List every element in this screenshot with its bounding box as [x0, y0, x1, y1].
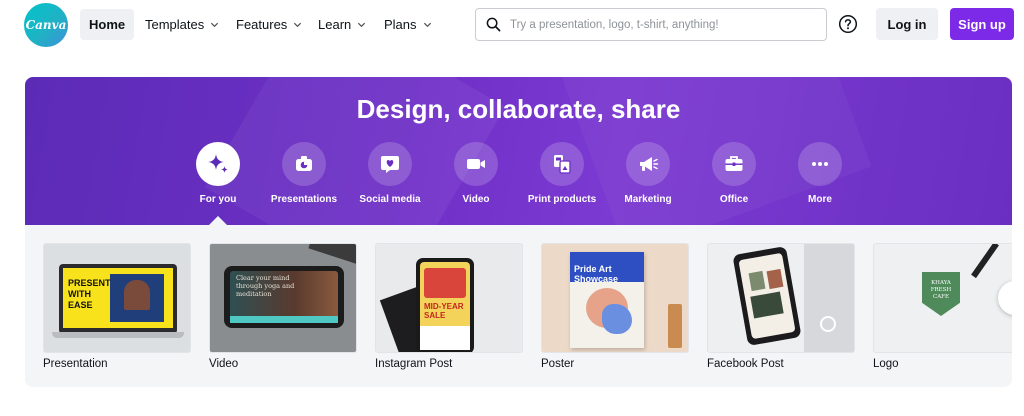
category-print-products[interactable]: Print products [514, 142, 610, 205]
more-dots-icon [812, 162, 828, 166]
category-icon-wrap [626, 142, 670, 186]
presentation-icon [296, 156, 312, 171]
template-card-logo[interactable]: KHAYA FRESH CAFE Logo [873, 243, 1012, 370]
template-thumbnail: MID-YEAR SALE [375, 243, 523, 353]
thumbnail-text: PRESENT WITH EASE [68, 278, 111, 310]
category-office[interactable]: Office [686, 142, 782, 205]
category-more[interactable]: More [772, 142, 868, 205]
category-label: Social media [359, 194, 421, 205]
category-icon-wrap [712, 142, 756, 186]
template-carousel: PRESENT WITH EASE Presentation Clear you… [25, 225, 1012, 387]
login-label: Log in [887, 16, 927, 32]
login-button[interactable]: Log in [876, 8, 938, 40]
category-icon-wrap [196, 142, 240, 186]
heart-chat-icon [381, 156, 399, 173]
chevron-down-icon [358, 22, 366, 28]
thumbnail-text: Pride Art Showcase [574, 264, 619, 284]
thumbnail-text: Clear your mind through yoga and meditat… [236, 274, 295, 298]
category-label: For you [199, 194, 237, 205]
category-presentations[interactable]: Presentations [256, 142, 352, 205]
template-label: Instagram Post [375, 358, 453, 370]
nav-home-label: Home [89, 17, 126, 32]
top-navigation: Canva Home Templates Features Learn Plan… [0, 0, 1024, 50]
signup-label: Sign up [958, 16, 1006, 32]
category-label: Marketing [624, 194, 672, 205]
chevron-right-icon [1009, 292, 1012, 304]
nav-features-label: Features [236, 17, 288, 32]
template-card-facebook-post[interactable]: Facebook Post [707, 243, 855, 370]
nav-templates[interactable]: Templates [136, 9, 228, 40]
chevron-down-icon [423, 22, 431, 28]
category-label: Print products [527, 194, 597, 205]
category-for-you[interactable]: For you [170, 142, 266, 205]
template-thumbnail [707, 243, 855, 353]
nav-plans[interactable]: Plans [375, 9, 441, 40]
template-label: Video [209, 358, 239, 370]
nav-templates-label: Templates [145, 17, 205, 32]
hero-title: Design, collaborate, share [356, 94, 681, 124]
print-icon [554, 155, 571, 174]
chevron-down-icon [294, 22, 302, 28]
chevron-down-icon [211, 22, 219, 28]
category-icon-wrap [368, 142, 412, 186]
help-icon[interactable] [838, 14, 858, 34]
nav-plans-label: Plans [384, 17, 417, 32]
canva-logo[interactable]: Canva [24, 3, 68, 47]
template-thumbnail: KHAYA FRESH CAFE [873, 243, 1012, 353]
template-label: Presentation [43, 358, 108, 370]
category-marketing[interactable]: Marketing [600, 142, 696, 205]
template-card-video[interactable]: Clear your mind through yoga and meditat… [209, 243, 357, 370]
category-icon-wrap [454, 142, 498, 186]
category-label: Office [719, 194, 749, 205]
thumbnail-text: MID-YEAR SALE [424, 302, 464, 320]
nav-learn-label: Learn [318, 17, 352, 32]
category-icon-wrap [798, 142, 842, 186]
active-category-pointer [209, 216, 227, 225]
template-label: Facebook Post [707, 358, 784, 370]
template-thumbnail: PRESENT WITH EASE [43, 243, 191, 353]
category-icon-wrap [540, 142, 584, 186]
briefcase-icon [725, 156, 743, 171]
nav-features[interactable]: Features [227, 9, 311, 40]
category-video[interactable]: Video [428, 142, 524, 205]
category-label: Video [462, 194, 490, 205]
category-social-media[interactable]: Social media [342, 142, 438, 205]
signup-button[interactable]: Sign up [950, 8, 1014, 40]
video-camera-icon [467, 159, 485, 169]
template-card-poster[interactable]: Pride Art Showcase Poster [541, 243, 689, 370]
template-label: Logo [873, 358, 899, 370]
template-card-instagram-post[interactable]: MID-YEAR SALE Instagram Post [375, 243, 523, 370]
template-card-presentation[interactable]: PRESENT WITH EASE Presentation [43, 243, 191, 370]
template-thumbnail: Clear your mind through yoga and meditat… [209, 243, 357, 353]
sparkle-icon [208, 154, 228, 173]
thumbnail-text: KHAYA FRESH CAFE [930, 280, 952, 300]
nav-learn[interactable]: Learn [309, 9, 375, 40]
category-label: More [808, 194, 832, 205]
nav-home[interactable]: Home [80, 9, 135, 40]
search-bar[interactable] [475, 8, 827, 41]
search-icon [486, 17, 501, 32]
template-label: Poster [541, 358, 575, 370]
category-label: Presentations [270, 194, 338, 205]
template-thumbnail: Pride Art Showcase [541, 243, 689, 353]
search-input[interactable] [510, 18, 810, 31]
hero-banner: Design, collaborate, share For you Prese… [25, 77, 1012, 225]
megaphone-icon [640, 157, 659, 171]
category-icon-wrap [282, 142, 326, 186]
logo-text: Canva [25, 18, 67, 32]
